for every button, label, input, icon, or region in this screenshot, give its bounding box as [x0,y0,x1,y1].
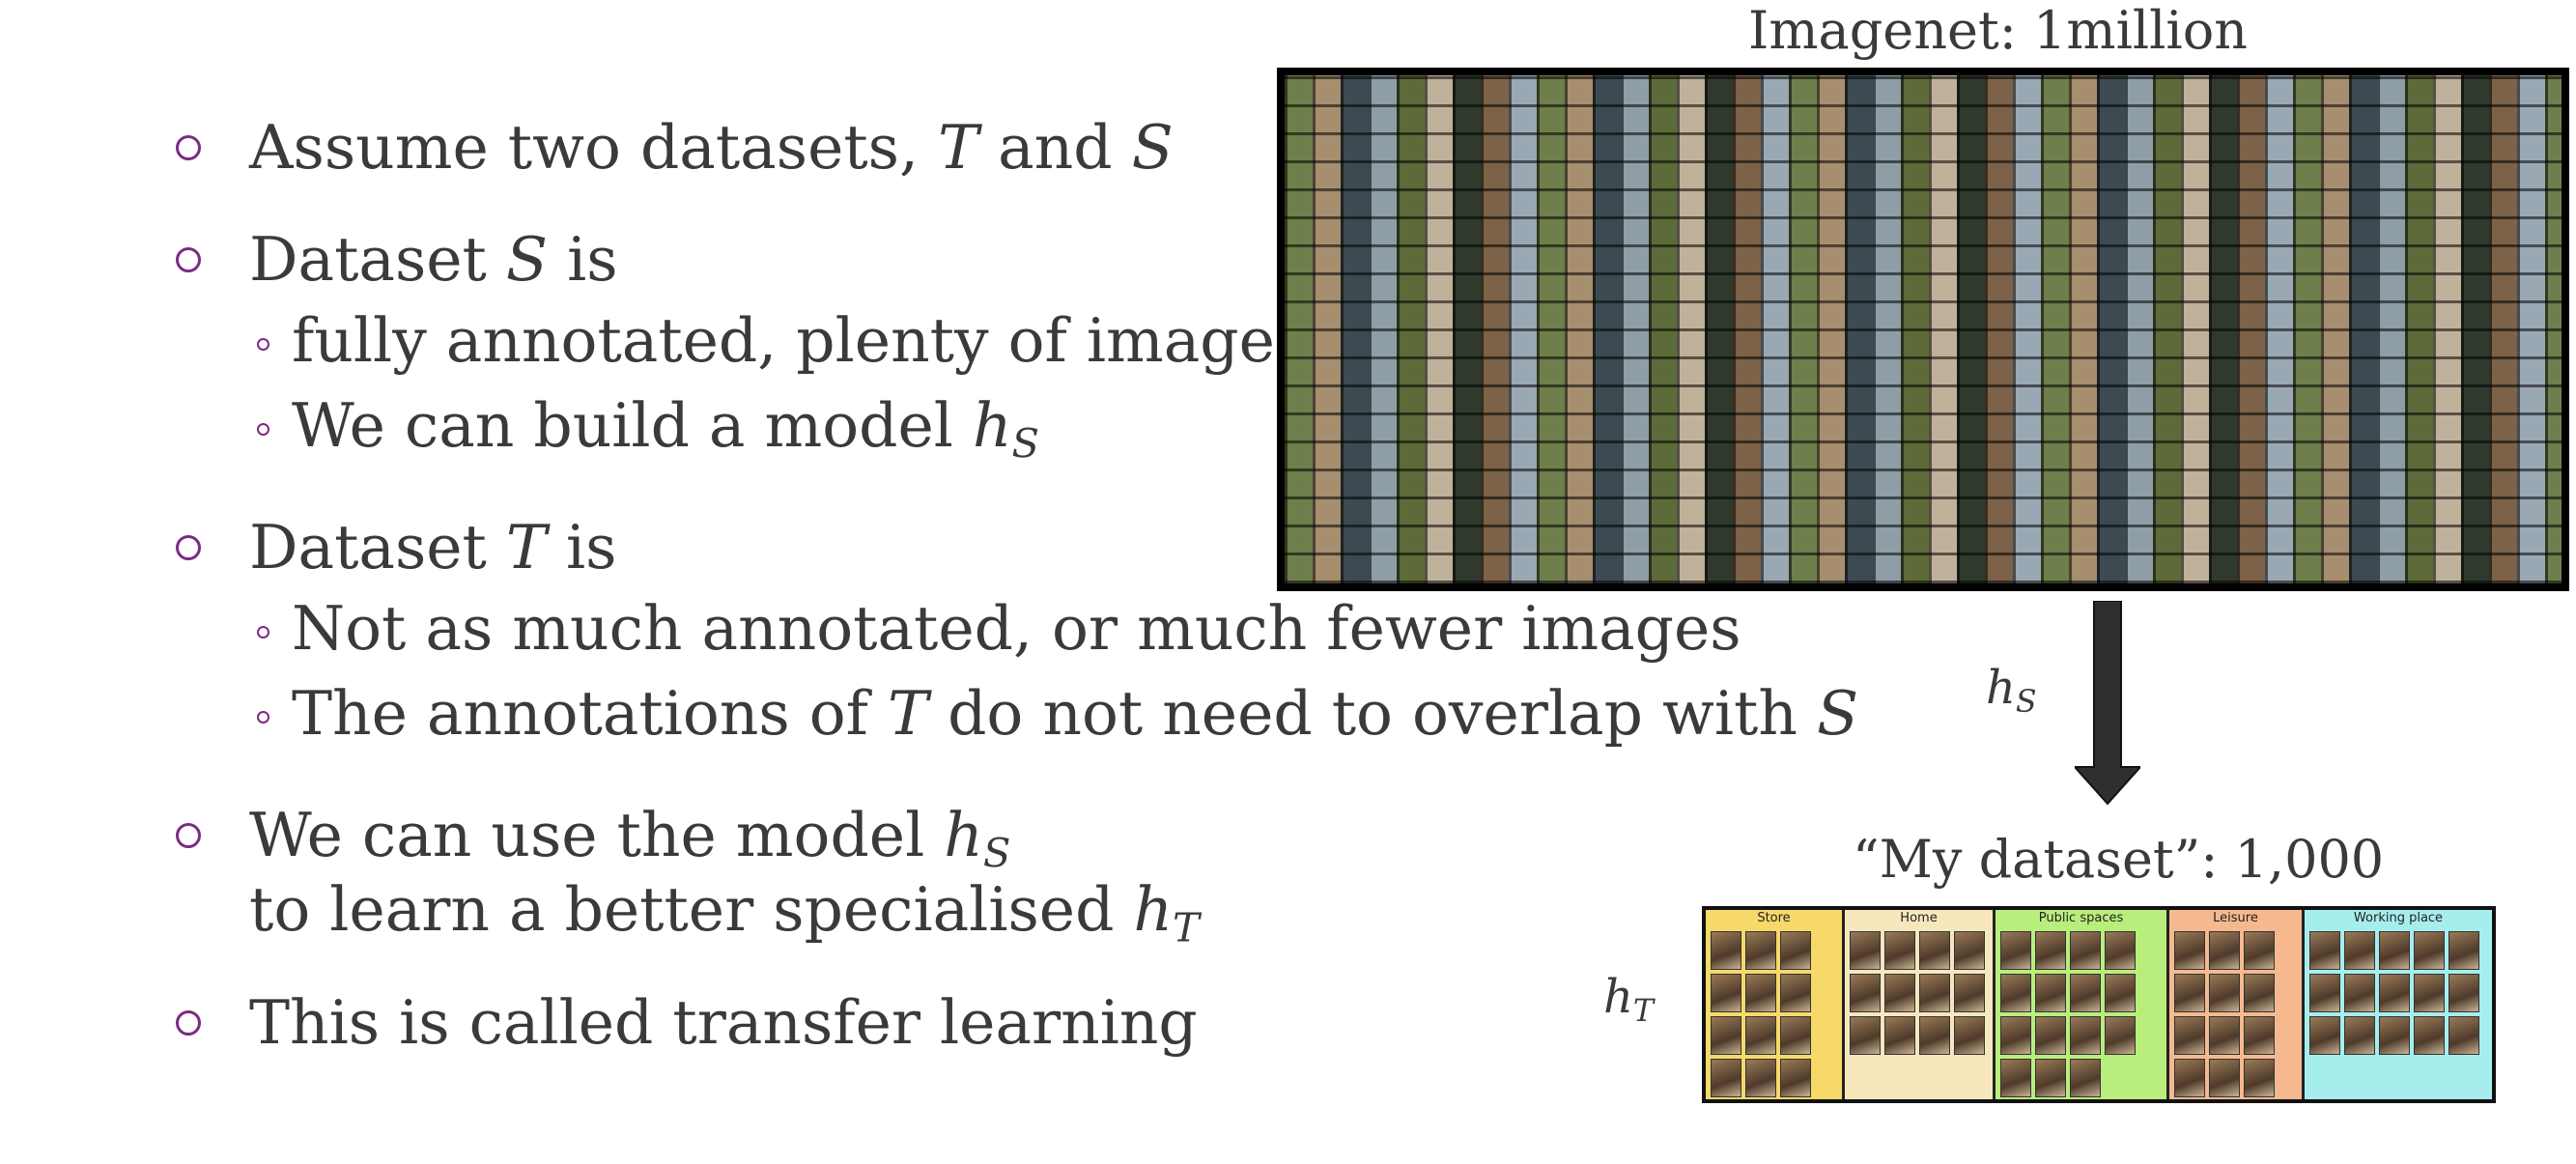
my-dataset-label: “My dataset”: 1,000 [1853,829,2385,890]
down-arrow-icon [2075,601,2140,806]
imagenet-mosaic-image [1277,68,2569,591]
bullet-circle-icon [176,823,201,848]
panel-public-spaces: Public spaces [1996,910,2169,1099]
subbullet-circle-icon [257,626,269,639]
bullet-assume-datasets: Assume two datasets, T and S [176,113,1174,183]
panel-leisure: Leisure [2169,910,2305,1099]
bullet-circle-icon [176,1010,201,1036]
subbullet-fully-annotated: fully annotated, plenty of images [257,306,1306,376]
bullet-circle-icon [176,135,201,160]
subbullet-circle-icon [257,711,269,724]
subbullet-less-annotated: Not as much annotated, or much fewer ima… [257,594,1741,664]
imagenet-label: Imagenet: 1million [1748,0,2248,61]
bullet-transfer-learning: This is called transfer learning [176,988,1198,1058]
bullet-circle-icon [176,535,201,560]
bullet-circle-icon [176,247,201,272]
target-ht-label: hT [1603,970,1655,1029]
subbullet-annotations-overlap: The annotations of T do not need to over… [257,679,1858,749]
arrow-hs-label: hS [1986,661,2037,720]
subbullet-circle-icon [257,338,269,351]
bullet-dataset-t: Dataset T is [176,513,616,582]
subbullet-circle-icon [257,423,269,436]
bullet-use-model: We can use the model hS to learn a bette… [176,801,1200,951]
imagenet-mosaic-tiles [1285,75,2562,583]
panel-home: Home [1845,910,1996,1099]
panel-store: Store [1706,910,1845,1099]
my-dataset-image: Store Home Public spaces Leisure Working… [1702,906,2496,1103]
subbullet-build-model: We can build a model hS [257,391,1039,467]
bullet-dataset-s: Dataset S is [176,225,618,295]
panel-working-place: Working place [2305,910,2492,1099]
